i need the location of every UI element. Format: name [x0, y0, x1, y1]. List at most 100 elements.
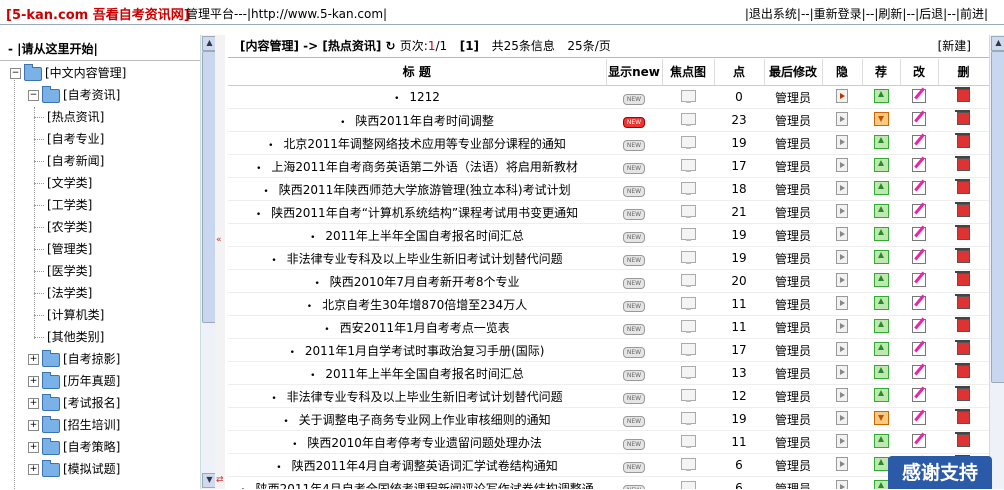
row-recommend[interactable]	[862, 246, 900, 270]
collapse-icon[interactable]: −	[10, 68, 21, 79]
new-badge-icon[interactable]: NEW	[623, 231, 645, 243]
sidebar-scrollbar[interactable]: ▲ ▼	[200, 35, 215, 489]
edit-icon[interactable]	[912, 318, 926, 333]
row-title[interactable]: 关于调整电子商务专业网上作业审核细则的通知	[228, 407, 606, 431]
row-delete[interactable]	[938, 338, 989, 362]
new-badge-icon[interactable]: NEW	[623, 185, 645, 197]
row-delete[interactable]	[938, 131, 989, 155]
breadcrumb-hot[interactable]: [热点资讯]	[322, 39, 381, 53]
row-title[interactable]: 2011年1月自学考试时事政治复习手册(国际)	[228, 338, 606, 362]
recommend-icon[interactable]	[873, 249, 889, 264]
tree-label[interactable]: [模拟试题]	[63, 462, 120, 476]
row-delete[interactable]	[938, 85, 989, 109]
row-delete[interactable]	[938, 154, 989, 178]
row-title[interactable]: 北京2011年调整网络技术应用等专业部分课程的通知	[228, 131, 606, 155]
hide-icon[interactable]	[836, 387, 848, 402]
recommend-icon[interactable]	[873, 203, 889, 218]
tree-label[interactable]: [文学类]	[47, 176, 92, 190]
tree-folder-0[interactable]: + [自考掠影]	[28, 349, 120, 369]
row-title[interactable]: 非法律专业专科及以上毕业生新旧考试计划替代问题	[228, 384, 606, 408]
row-hide[interactable]	[822, 246, 862, 270]
row-new[interactable]: NEW	[606, 407, 662, 431]
tree-item-10[interactable]: [其他类别]	[34, 327, 104, 347]
expand-icon[interactable]: +	[28, 398, 39, 409]
row-focus[interactable]	[662, 108, 714, 132]
row-title[interactable]: 2011年上半年全国自考报名时间汇总	[228, 223, 606, 247]
row-hide[interactable]	[822, 131, 862, 155]
content-scrollbar[interactable]: ▲	[989, 35, 1004, 489]
row-hide[interactable]	[822, 292, 862, 316]
tree-label[interactable]: [法学类]	[47, 286, 92, 300]
row-hide[interactable]	[822, 476, 862, 489]
tree-label[interactable]: [自考掠影]	[63, 352, 120, 366]
recommend-icon[interactable]	[873, 272, 889, 287]
row-edit[interactable]	[900, 407, 938, 431]
row-delete[interactable]	[938, 200, 989, 224]
sidebar-heading[interactable]: - |请从这里开始|	[8, 40, 98, 57]
delete-icon[interactable]	[955, 271, 970, 286]
row-delete[interactable]	[938, 246, 989, 270]
edit-icon[interactable]	[912, 364, 926, 379]
row-edit[interactable]	[900, 338, 938, 362]
hide-icon[interactable]	[836, 272, 848, 287]
row-new[interactable]: NEW	[606, 85, 662, 109]
row-new[interactable]: NEW	[606, 453, 662, 477]
row-hide[interactable]	[822, 338, 862, 362]
recommend-icon[interactable]	[873, 157, 889, 172]
row-recommend[interactable]	[862, 177, 900, 201]
scroll-thumb[interactable]	[991, 51, 1004, 383]
scroll-thumb[interactable]	[202, 51, 215, 323]
tree-label[interactable]: [其他类别]	[47, 330, 104, 344]
row-delete[interactable]	[938, 407, 989, 431]
recommend-icon[interactable]	[873, 387, 889, 402]
row-title[interactable]: 1212	[228, 85, 606, 109]
hide-icon[interactable]	[836, 318, 848, 333]
row-edit[interactable]	[900, 108, 938, 132]
row-recommend[interactable]	[862, 223, 900, 247]
row-title[interactable]: 陕西2011年4月自考全国统考课程新闻评论写作试卷结构调整通	[228, 476, 606, 489]
row-focus[interactable]	[662, 338, 714, 362]
recommend-icon[interactable]	[873, 88, 889, 103]
row-focus[interactable]	[662, 361, 714, 385]
collapse-arrow-icon[interactable]: ⇄	[216, 475, 224, 485]
row-hide[interactable]	[822, 85, 862, 109]
row-title[interactable]: 陕西2011年陕西师范大学旅游管理(独立本科)考试计划	[228, 177, 606, 201]
row-focus[interactable]	[662, 246, 714, 270]
focus-image-icon[interactable]	[680, 250, 696, 264]
new-badge-icon[interactable]: NEW	[623, 461, 645, 473]
hide-icon[interactable]	[836, 456, 848, 471]
delete-icon[interactable]	[955, 202, 970, 217]
row-title[interactable]: 陕西2010年7月自考新开考8个专业	[228, 269, 606, 293]
expand-icon[interactable]: +	[28, 464, 39, 475]
delete-icon[interactable]	[955, 340, 970, 355]
row-title[interactable]: 陕西2011年自考时间调整	[228, 108, 606, 132]
logout-link[interactable]: |退出系统|	[745, 7, 801, 21]
row-edit[interactable]	[900, 177, 938, 201]
new-badge-icon[interactable]: NEW	[623, 208, 645, 220]
back-link[interactable]: |后退|	[915, 7, 947, 21]
edit-icon[interactable]	[912, 226, 926, 241]
expand-icon[interactable]: +	[28, 376, 39, 387]
focus-image-icon[interactable]	[680, 388, 696, 402]
hide-icon[interactable]	[836, 249, 848, 264]
tree-label[interactable]: [自考新闻]	[47, 154, 104, 168]
tree-label[interactable]: [历年真题]	[63, 374, 120, 388]
tree-folder-4[interactable]: + [自考策略]	[28, 437, 120, 457]
hide-icon[interactable]	[836, 410, 848, 425]
row-focus[interactable]	[662, 223, 714, 247]
row-focus[interactable]	[662, 85, 714, 109]
row-recommend[interactable]	[862, 430, 900, 454]
edit-icon[interactable]	[912, 387, 926, 402]
row-focus[interactable]	[662, 476, 714, 489]
delete-icon[interactable]	[955, 363, 970, 378]
row-title[interactable]: 北京自考生30年增870倍增至234万人	[228, 292, 606, 316]
delete-icon[interactable]	[955, 248, 970, 263]
tree-folder-zikao[interactable]: − [自考资讯]	[28, 85, 120, 105]
tree-item-9[interactable]: [计算机类]	[34, 305, 104, 325]
recommend-icon[interactable]	[873, 295, 889, 310]
new-badge-icon[interactable]: NEW	[623, 254, 645, 266]
row-new[interactable]: NEW	[606, 384, 662, 408]
edit-icon[interactable]	[912, 272, 926, 287]
new-badge-icon[interactable]: NEW	[623, 139, 645, 151]
new-badge-icon[interactable]: NEW	[623, 93, 645, 105]
